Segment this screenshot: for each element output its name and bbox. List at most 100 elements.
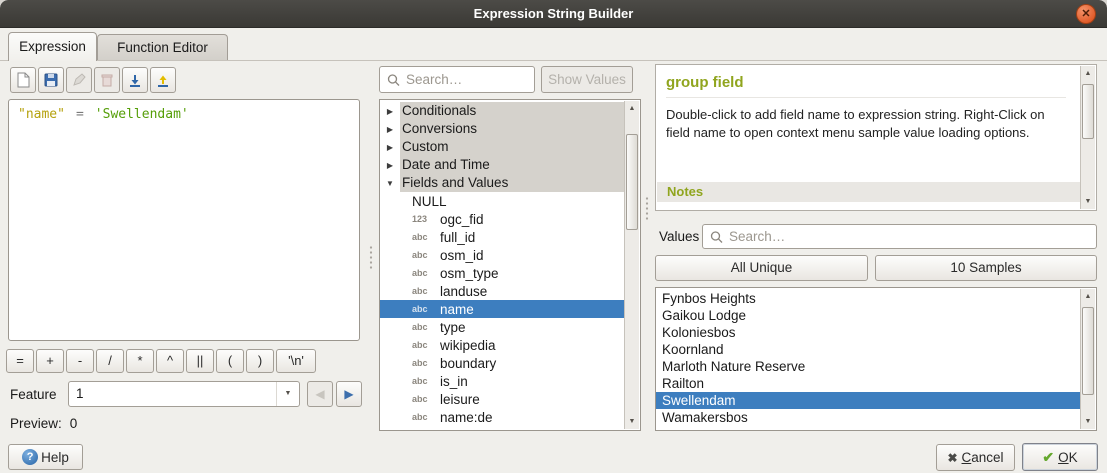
tree-group-date-and-time[interactable]: ▶Date and Time xyxy=(380,156,624,174)
scroll-up-icon[interactable]: ▲ xyxy=(625,101,639,116)
tree-group-custom[interactable]: ▶Custom xyxy=(380,138,624,156)
values-search-box[interactable] xyxy=(702,224,1097,249)
edit-expression-button[interactable] xyxy=(66,67,92,93)
previous-feature-button[interactable]: ◀ xyxy=(307,381,333,407)
chevron-down-icon[interactable]: ▼ xyxy=(380,179,400,188)
expression-operator-token: = xyxy=(76,107,84,122)
cancel-button-label: Cancel xyxy=(962,450,1004,465)
tree-field-row-selected[interactable]: abcname xyxy=(380,300,624,318)
scroll-down-icon[interactable]: ▼ xyxy=(1081,414,1095,429)
tree-field-row[interactable]: abcosm_type xyxy=(380,264,624,282)
ok-button-label: OK xyxy=(1058,450,1078,465)
value-row[interactable]: Railton xyxy=(656,375,1080,392)
feature-combobox[interactable]: 1 ▼ xyxy=(68,381,300,407)
operator-plus-button[interactable]: + xyxy=(36,349,64,373)
preview-row: Preview:0 xyxy=(10,416,85,431)
ten-samples-button[interactable]: 10 Samples xyxy=(875,255,1097,281)
values-scrollbar[interactable]: ▲ ▼ xyxy=(1080,289,1095,429)
value-row-selected[interactable]: Swellendam xyxy=(656,392,1080,409)
operator-close-paren-button[interactable]: ) xyxy=(246,349,274,373)
save-expression-button[interactable] xyxy=(38,67,64,93)
scroll-up-icon[interactable]: ▲ xyxy=(1081,289,1095,304)
splitter-handle[interactable] xyxy=(369,245,373,271)
tree-field-row[interactable]: abcosm_id xyxy=(380,246,624,264)
ok-button[interactable]: ✔ OK xyxy=(1022,443,1098,471)
combo-dropdown-icon[interactable]: ▼ xyxy=(276,382,299,406)
help-button[interactable]: ? Help xyxy=(8,444,83,470)
tree-scrollbar[interactable]: ▲ ▼ xyxy=(624,101,639,429)
values-scrollbar-thumb[interactable] xyxy=(1082,307,1094,395)
tree-group-fields-and-values[interactable]: ▼Fields and Values xyxy=(380,174,624,192)
chevron-right-icon[interactable]: ▶ xyxy=(380,125,400,134)
expression-field-token: "name" xyxy=(18,107,65,122)
values-search-input[interactable] xyxy=(729,229,1090,244)
value-row[interactable]: Gaikou Lodge xyxy=(656,307,1080,324)
value-row[interactable]: Koornland xyxy=(656,341,1080,358)
tree-field-row[interactable]: abcleisure xyxy=(380,390,624,408)
scroll-down-icon[interactable]: ▼ xyxy=(625,414,639,429)
scroll-up-icon[interactable]: ▲ xyxy=(1081,66,1095,81)
help-scrollbar-thumb[interactable] xyxy=(1082,84,1094,139)
new-expression-button[interactable] xyxy=(10,67,36,93)
operator-power-button[interactable]: ^ xyxy=(156,349,184,373)
help-button-label: Help xyxy=(41,450,69,465)
tree-field-row[interactable]: abcwikipedia xyxy=(380,336,624,354)
tree-field-row[interactable]: abclanduse xyxy=(380,282,624,300)
operator-newline-button[interactable]: '\n' xyxy=(276,349,316,373)
tab-expression[interactable]: Expression xyxy=(8,32,97,61)
tree-group-conversions[interactable]: ▶Conversions xyxy=(380,120,624,138)
tree-field-row[interactable]: abctype xyxy=(380,318,624,336)
function-search-box[interactable] xyxy=(379,66,535,93)
trash-icon xyxy=(99,72,115,88)
value-row[interactable]: Koloniesbos xyxy=(656,324,1080,341)
import-expression-button[interactable] xyxy=(122,67,148,93)
text-field-icon: abc xyxy=(412,268,440,278)
expression-value-token: 'Swellendam' xyxy=(95,107,189,122)
function-search-input[interactable] xyxy=(406,72,528,87)
text-field-icon: abc xyxy=(412,232,440,242)
value-row[interactable]: Marloth Nature Reserve xyxy=(656,358,1080,375)
scroll-down-icon[interactable]: ▼ xyxy=(1081,194,1095,209)
tree-group-conditionals[interactable]: ▶Conditionals xyxy=(380,102,624,120)
text-field-icon: abc xyxy=(412,322,440,332)
numeric-field-icon: 123 xyxy=(412,214,440,224)
preview-label: Preview: xyxy=(10,416,62,431)
operator-concat-button[interactable]: || xyxy=(186,349,214,373)
value-row[interactable]: Wamakersbos xyxy=(656,409,1080,426)
expression-input-area[interactable]: "name" = 'Swellendam' xyxy=(8,99,360,341)
chevron-right-icon[interactable]: ▶ xyxy=(380,161,400,170)
tree-field-row[interactable]: abcis_in xyxy=(380,372,624,390)
operator-equals-button[interactable]: = xyxy=(6,349,34,373)
tab-function-editor[interactable]: Function Editor xyxy=(97,34,228,60)
operator-minus-button[interactable]: - xyxy=(66,349,94,373)
prev-arrow-icon: ◀ xyxy=(315,387,324,401)
delete-expression-button[interactable] xyxy=(94,67,120,93)
next-feature-button[interactable]: ▶ xyxy=(336,381,362,407)
close-icon[interactable]: ✕ xyxy=(1076,4,1096,24)
tree-field-row[interactable]: abcfull_id xyxy=(380,228,624,246)
help-scrollbar[interactable]: ▲ ▼ xyxy=(1080,66,1095,209)
values-list[interactable]: Fynbos Heights Gaikou Lodge Koloniesbos … xyxy=(655,287,1097,431)
export-expression-button[interactable] xyxy=(150,67,176,93)
function-tree[interactable]: ▶Conditionals ▶Conversions ▶Custom ▶Date… xyxy=(379,99,641,431)
operator-divide-button[interactable]: / xyxy=(96,349,124,373)
ok-check-icon: ✔ xyxy=(1042,449,1054,466)
tree-scrollbar-thumb[interactable] xyxy=(626,134,638,230)
search-icon xyxy=(709,229,725,245)
value-row[interactable]: Fynbos Heights xyxy=(656,290,1080,307)
operator-open-paren-button[interactable]: ( xyxy=(216,349,244,373)
window-title: Expression String Builder xyxy=(0,0,1107,28)
chevron-right-icon[interactable]: ▶ xyxy=(380,143,400,152)
feature-value: 1 xyxy=(76,386,84,401)
operator-multiply-button[interactable]: * xyxy=(126,349,154,373)
splitter-handle[interactable] xyxy=(645,196,649,222)
tree-field-row[interactable]: abcboundary xyxy=(380,354,624,372)
titlebar[interactable]: Expression String Builder ✕ xyxy=(0,0,1107,28)
tree-field-row[interactable]: abcname:de xyxy=(380,408,624,426)
show-values-button[interactable]: Show Values xyxy=(541,66,633,93)
chevron-right-icon[interactable]: ▶ xyxy=(380,107,400,116)
tree-field-row[interactable]: 123ogc_fid xyxy=(380,210,624,228)
cancel-button[interactable]: ✖ Cancel xyxy=(936,444,1015,471)
tree-field-row[interactable]: NULL xyxy=(380,192,624,210)
all-unique-button[interactable]: All Unique xyxy=(655,255,868,281)
